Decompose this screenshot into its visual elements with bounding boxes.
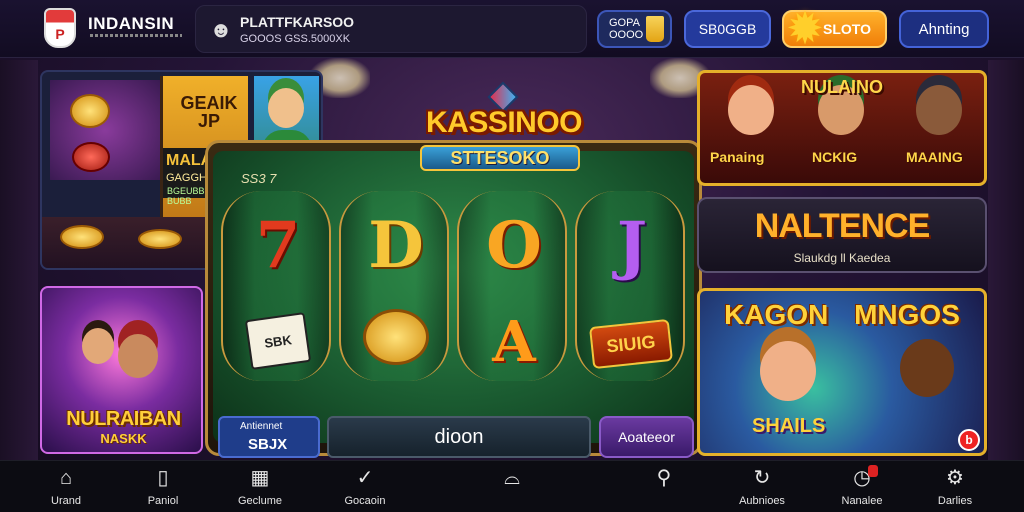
nav-item-book[interactable]: ▯ Paniol [123, 465, 203, 507]
refresh-icon: ↻ [753, 467, 771, 489]
reel-symbol-letter: O [486, 208, 542, 283]
reel-symbol-letter: J [616, 208, 648, 283]
nav-item-grid[interactable]: ▦ Geclume [220, 465, 300, 507]
brand-underline [90, 34, 182, 37]
ruby-icon [72, 142, 110, 172]
nav-item-settings[interactable]: ⚙ Darlies [915, 465, 995, 507]
treasure-art [50, 80, 160, 180]
game-card-bottom-right[interactable]: KAGON MNGOS SHAILS b [697, 288, 987, 456]
action-button[interactable]: Aoateeor [599, 416, 694, 458]
reel-1[interactable]: 7 SBK [221, 191, 331, 381]
reel-3[interactable]: O A [457, 191, 567, 381]
reel-symbol-seven: 7 [255, 208, 301, 283]
nav-item-home[interactable]: ⌂ Urand [26, 465, 106, 507]
nav-label: Darlies [937, 495, 973, 507]
settings-icon: ⚙ [946, 467, 964, 489]
search-icon: ⚲ [656, 467, 672, 489]
character-face [268, 88, 304, 128]
slot-button-label: SLOTO [823, 21, 871, 37]
nav-label: Geclume [237, 495, 283, 507]
promo-title: PLATTFKARSOO [240, 14, 355, 30]
poster-title: GEAIK JP [180, 93, 238, 131]
game-title: NULAINO [801, 77, 883, 97]
right-edge-decor [988, 60, 1024, 460]
nav-label: Urand [51, 495, 81, 507]
nav-item-hat[interactable]: ⌓ [472, 465, 552, 495]
brand-logo-icon[interactable]: P [44, 8, 76, 48]
mascot-icon: ☻ [209, 17, 233, 42]
promo-banner[interactable]: ☻ PLATTFKARSOO GOOOS GSS.5000XK [195, 5, 587, 53]
nav-label: Paniol [147, 495, 179, 507]
slot-title: KASSINOO [425, 106, 583, 139]
game-label: NCKIG [812, 149, 858, 165]
character-art [900, 339, 954, 397]
nav-label: Nanalee [841, 495, 883, 507]
nav-item-refresh[interactable]: ↻ Aubnioes [722, 465, 802, 507]
notification-dot [868, 465, 878, 477]
game-title: KAGON MNGOS [724, 299, 960, 330]
nav-item-search[interactable]: ⚲ [624, 465, 704, 495]
reel-4[interactable]: J SIUIG [575, 191, 685, 381]
balance-button[interactable]: SB0GGB [684, 10, 771, 48]
reel-symbol-ace: A [492, 309, 536, 375]
sun-icon: ✹ [788, 7, 822, 51]
hat-icon: ⌓ [504, 467, 520, 489]
left-edge-decor [0, 60, 38, 460]
game-card-middle-right[interactable]: NALTENCE Slaukdg ll Kaedea [697, 197, 987, 273]
game-title: NALTENCE [754, 207, 931, 245]
bet-info-box[interactable]: Antiennet SBJX [218, 416, 320, 458]
reel-symbol-letter: D [368, 208, 424, 283]
game-subtitle: Slaukdg ll Kaedea [793, 251, 891, 265]
game-card-top-right[interactable]: NULAINO Panaing NCKIG MAAING [697, 70, 987, 186]
coin-icon [138, 229, 182, 249]
character-art [82, 328, 114, 364]
coin-icon [70, 94, 110, 128]
coin-balance-button[interactable]: GOPA OOOO [597, 10, 672, 48]
home-icon: ⌂ [59, 467, 73, 489]
game-label: MAAING [906, 149, 963, 165]
slot-machine: SS3 7 7 SBK D O A J SIUIG Antiennet SBJX… [205, 140, 702, 458]
cup-icon [646, 16, 664, 42]
game-label: Panaing [710, 149, 765, 165]
gold-coin-icon [363, 309, 429, 365]
slot-subtitle: STTESOKO [420, 145, 580, 171]
slot-reels-area: SS3 7 7 SBK D O A J SIUIG Antiennet SBJX… [213, 151, 694, 458]
book-icon: ▯ [157, 467, 169, 489]
game-label: SHAILS [752, 415, 826, 437]
spin-display[interactable]: dioon [327, 416, 591, 458]
promo-subtitle: GOOOS GSS.5000XK [240, 33, 351, 45]
character-art [118, 334, 158, 378]
brand-name: INDANSIN [88, 14, 175, 33]
coin-icon [60, 225, 104, 249]
check-icon: ✓ [356, 467, 374, 489]
top-bar: P INDANSIN ☻ PLATTFKARSOO GOOOS GSS.5000… [0, 0, 1024, 58]
nav-label: Gocaoin [344, 495, 386, 507]
nav-item-check[interactable]: ✓ Gocaoin [325, 465, 405, 507]
reel-symbol-badge: SIUIG [589, 318, 673, 370]
notification-badge[interactable]: b [958, 429, 980, 451]
nav-label: Aubnioes [739, 495, 785, 507]
reel-info-label: SS3 7 [241, 171, 277, 186]
bet-info-value: SBJX [248, 436, 288, 453]
bet-info-label: Antiennet [240, 421, 283, 432]
character-art [760, 341, 816, 401]
game-title: NULRAIBAN [66, 408, 181, 430]
playing-cards-icon: SBK [244, 312, 312, 370]
grid-icon: ▦ [250, 467, 270, 489]
game-subtitle: NASKK [100, 431, 147, 446]
reel-2[interactable]: D [339, 191, 449, 381]
bottom-nav: ⌂ Urand ▯ Paniol ▦ Geclume ✓ Gocaoin ⌓ ⚲… [0, 460, 1024, 512]
alert-button[interactable]: Ahnting [899, 10, 989, 48]
nav-item-clock[interactable]: ◷ Nanalee [822, 465, 902, 507]
game-card-bottom-left[interactable]: NULRAIBAN NASKK [40, 286, 203, 454]
slot-button[interactable]: ✹ SLOTO [782, 7, 887, 51]
